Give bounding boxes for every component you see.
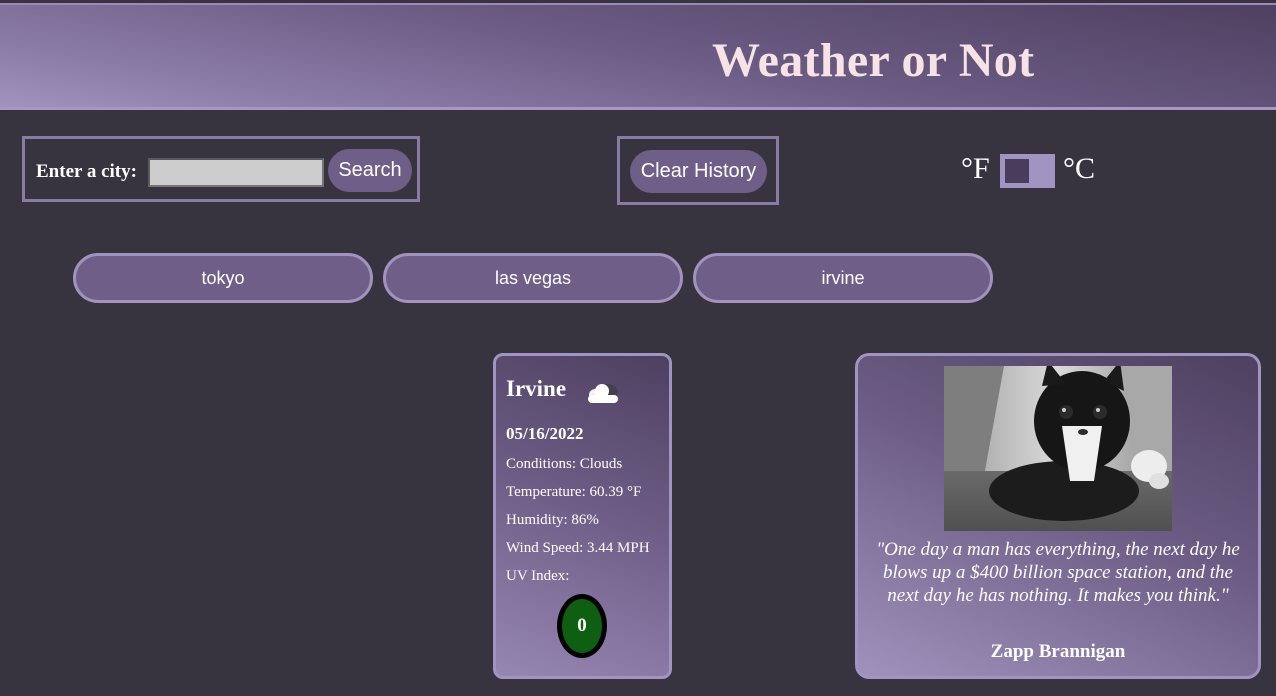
humidity-text: Humidity: 86%: [506, 512, 599, 528]
conditions-text: Conditions: Clouds: [506, 456, 623, 472]
uv-index-label: UV Index:: [506, 568, 570, 584]
temperature-text: Temperature: 60.39 °F: [506, 484, 642, 500]
page-title: Weather or Not: [712, 34, 1035, 87]
toggle-knob: [1005, 159, 1029, 183]
search-form: Enter a city: Search: [22, 136, 420, 202]
cloud-icon: [588, 384, 618, 403]
search-button[interactable]: Search: [328, 149, 412, 192]
city-name: Irvine: [506, 376, 567, 401]
cat-photo: [944, 366, 1172, 531]
wind-speed-text: Wind Speed: 3.44 MPH: [506, 540, 650, 556]
quote-card: "One day a man has everything, the next …: [855, 353, 1261, 679]
unit-toggle-switch[interactable]: [1000, 154, 1055, 188]
celsius-label: °C: [1063, 152, 1096, 185]
city-label: Enter a city:: [36, 161, 137, 182]
clear-history-container: Clear History: [617, 136, 779, 205]
history-button-tokyo[interactable]: tokyo: [73, 253, 373, 303]
clear-history-button[interactable]: Clear History: [630, 150, 767, 193]
quote-author: Zapp Brannigan: [990, 641, 1126, 662]
uv-index-badge: 0: [557, 594, 607, 658]
fahrenheit-label: °F: [961, 152, 990, 185]
forecast-date: 05/16/2022: [506, 424, 584, 443]
page-header: Weather or Not: [0, 3, 1276, 110]
history-button-irvine[interactable]: irvine: [693, 253, 993, 303]
current-weather-card: Irvine 05/16/2022 Conditions: Clouds Tem…: [493, 353, 672, 679]
quote-text: "One day a man has everything, the next …: [876, 539, 1240, 606]
history-button-las-vegas[interactable]: las vegas: [383, 253, 683, 303]
city-search-input[interactable]: [148, 158, 324, 187]
